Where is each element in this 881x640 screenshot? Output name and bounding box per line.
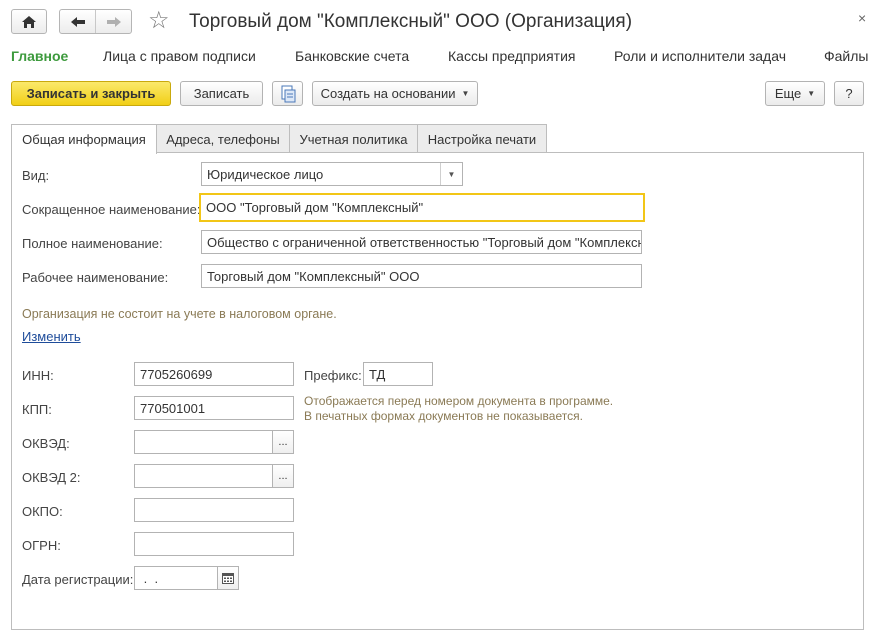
section-main[interactable]: Главное: [11, 48, 68, 64]
okved2-select-button[interactable]: ...: [272, 464, 294, 488]
section-cash-desks[interactable]: Кассы предприятия: [448, 48, 576, 64]
prefix-note-line2: В печатных формах документов не показыва…: [304, 409, 583, 423]
work-name-label: Рабочее наименование:: [22, 270, 169, 285]
prefix-input[interactable]: ТД: [363, 362, 433, 386]
section-signatories[interactable]: Лица с правом подписи: [103, 48, 256, 64]
section-roles[interactable]: Роли и исполнители задач: [614, 48, 786, 64]
home-button[interactable]: [11, 9, 47, 34]
kind-value: Юридическое лицо: [207, 166, 324, 182]
save-button[interactable]: Записать: [180, 81, 263, 106]
document-print-icon: [281, 85, 295, 102]
kpp-value: 770501001: [140, 400, 206, 416]
kpp-input[interactable]: 770501001: [134, 396, 294, 420]
chevron-down-icon[interactable]: ▼: [440, 163, 462, 185]
save-and-close-button[interactable]: Записать и закрыть: [11, 81, 171, 106]
arrow-left-icon: [70, 16, 85, 27]
help-button[interactable]: ?: [834, 81, 864, 106]
tab-general[interactable]: Общая информация: [11, 124, 157, 154]
okved2-input[interactable]: [134, 464, 273, 488]
create-based-on-button[interactable]: Создать на основании ▼: [312, 81, 478, 106]
okved2-label: ОКВЭД 2:: [22, 470, 81, 485]
short-name-label: Сокращенное наименование:: [22, 202, 201, 217]
okved-label: ОКВЭД:: [22, 436, 70, 451]
section-bank-accounts[interactable]: Банковские счета: [295, 48, 409, 64]
home-icon: [22, 15, 36, 28]
kpp-label: КПП:: [22, 402, 52, 417]
inn-input[interactable]: 7705260699: [134, 362, 294, 386]
tab-accounting-policy[interactable]: Учетная политика: [289, 124, 418, 153]
chevron-down-icon: ▼: [807, 89, 816, 98]
more-label: Еще: [774, 86, 802, 101]
short-name-input[interactable]: ООО "Торговый дом "Комплексный": [199, 193, 645, 222]
ogrn-input[interactable]: [134, 532, 294, 556]
okpo-input[interactable]: [134, 498, 294, 522]
full-name-label: Полное наименование:: [22, 236, 163, 251]
kind-label: Вид:: [22, 168, 50, 183]
section-files[interactable]: Файлы: [824, 48, 868, 64]
okved-input[interactable]: [134, 430, 273, 454]
forward-button[interactable]: [96, 10, 131, 33]
favorite-star-icon[interactable]: ☆: [148, 6, 170, 35]
print-document-button[interactable]: [272, 81, 303, 106]
tax-registration-note: Организация не состоит на учете в налого…: [22, 307, 337, 321]
history-nav: [59, 9, 132, 34]
create-based-on-label: Создать на основании: [320, 86, 456, 101]
registration-date-value: . .: [140, 570, 159, 586]
okpo-label: ОКПО:: [22, 504, 63, 519]
inn-label: ИНН:: [22, 368, 54, 383]
short-name-value: ООО "Торговый дом "Комплексный": [206, 200, 424, 215]
registration-date-input[interactable]: . .: [134, 566, 218, 590]
close-icon[interactable]: ×: [858, 10, 866, 26]
full-name-input[interactable]: Общество с ограниченной ответственностью…: [201, 230, 642, 254]
prefix-value: ТД: [369, 366, 386, 382]
full-name-value: Общество с ограниченной ответственностью…: [207, 234, 642, 250]
prefix-label: Префикс:: [304, 368, 362, 383]
calendar-button[interactable]: [217, 566, 239, 590]
work-name-input[interactable]: Торговый дом "Комплексный" ООО: [201, 264, 642, 288]
change-link[interactable]: Изменить: [22, 329, 81, 344]
tab-addresses[interactable]: Адреса, телефоны: [156, 124, 290, 153]
registration-date-label: Дата регистрации:: [22, 572, 134, 587]
tab-print-settings[interactable]: Настройка печати: [417, 124, 547, 153]
work-name-value: Торговый дом "Комплексный" ООО: [207, 268, 420, 284]
inn-value: 7705260699: [140, 366, 213, 382]
window-title: Торговый дом "Комплексный" ООО (Организа…: [189, 11, 633, 32]
chevron-down-icon: ▼: [461, 89, 470, 98]
ogrn-label: ОГРН:: [22, 538, 61, 553]
more-button[interactable]: Еще ▼: [765, 81, 825, 106]
arrow-right-icon: [106, 16, 121, 27]
prefix-note-line1: Отображается перед номером документа в п…: [304, 394, 614, 408]
form-panel: [11, 152, 864, 630]
okved-select-button[interactable]: ...: [272, 430, 294, 454]
kind-select[interactable]: Юридическое лицо ▼: [201, 162, 463, 186]
calendar-icon: [222, 572, 234, 584]
back-button[interactable]: [60, 10, 96, 33]
